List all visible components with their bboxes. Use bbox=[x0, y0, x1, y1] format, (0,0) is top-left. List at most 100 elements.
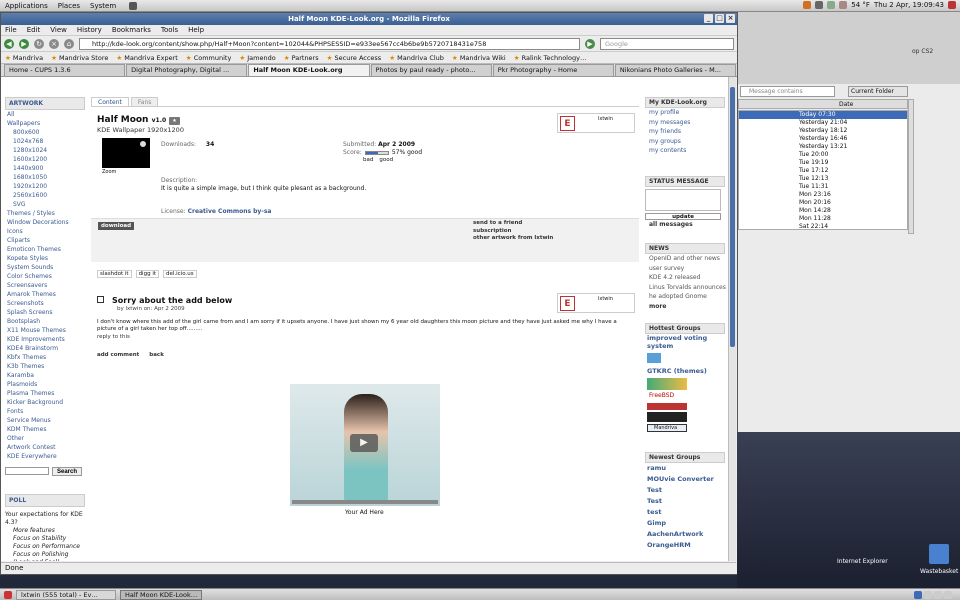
message-row[interactable]: Tue 20:00 bbox=[739, 151, 907, 159]
artwork-category-item[interactable]: Cliparts bbox=[5, 236, 85, 245]
artwork-category-item[interactable]: Emoticon Themes bbox=[5, 245, 85, 254]
message-row[interactable]: Tue 17:12 bbox=[739, 167, 907, 175]
artwork-category-item[interactable]: Wallpapers bbox=[5, 119, 85, 128]
artwork-category-item[interactable]: Plasmoids bbox=[5, 380, 85, 389]
artwork-category-item[interactable]: 1680x1050 bbox=[5, 173, 85, 182]
artwork-category-item[interactable]: All bbox=[5, 110, 85, 119]
artwork-category-item[interactable]: Bootsplash bbox=[5, 317, 85, 326]
newest-group-item[interactable]: Gimp bbox=[645, 518, 725, 529]
artwork-category-item[interactable]: KDM Themes bbox=[5, 425, 85, 434]
news-item[interactable]: KDE 4.2 released bbox=[645, 273, 725, 283]
hot-group-logo[interactable] bbox=[647, 378, 687, 390]
sidebar-search-button[interactable]: Search bbox=[52, 467, 83, 476]
my-kde-look-link[interactable]: my profile bbox=[645, 108, 725, 118]
message-search-input[interactable]: Message contains bbox=[740, 86, 835, 97]
menu-history[interactable]: History bbox=[77, 26, 102, 34]
network-icon[interactable] bbox=[827, 1, 836, 9]
bookmark-item[interactable]: Mandriva Wiki bbox=[452, 54, 506, 62]
zoom-link[interactable]: Zoom bbox=[102, 169, 116, 175]
message-row[interactable]: Yesterday 18:12 bbox=[739, 127, 907, 135]
artwork-category-item[interactable]: 1280x1024 bbox=[5, 146, 85, 155]
menu-tools[interactable]: Tools bbox=[161, 26, 178, 34]
stop-icon[interactable]: × bbox=[49, 38, 59, 49]
artwork-category-item[interactable]: Artwork Contest bbox=[5, 443, 85, 452]
message-row[interactable]: Mon 14:28 bbox=[739, 207, 907, 215]
my-kde-look-link[interactable]: my contents bbox=[645, 146, 725, 156]
clock[interactable]: Thu 2 Apr, 19:09:43 bbox=[874, 1, 944, 9]
message-row[interactable]: Mon 11:28 bbox=[739, 215, 907, 223]
bad-button[interactable]: bad bbox=[363, 157, 373, 163]
message-row[interactable]: Sat 22:14 bbox=[739, 223, 907, 229]
bookmark-item[interactable]: Community bbox=[186, 54, 232, 62]
artwork-category-item[interactable]: Other bbox=[5, 434, 85, 443]
news-item[interactable]: OpenID and other news bbox=[645, 254, 725, 264]
delicious-button[interactable]: del.icio.us bbox=[163, 270, 197, 278]
add-comment-link[interactable]: add comment bbox=[97, 352, 139, 358]
artwork-category-item[interactable]: K3b Themes bbox=[5, 362, 85, 371]
artwork-category-item[interactable]: KDE4 Brainstorm bbox=[5, 344, 85, 353]
message-row[interactable]: Yesterday 16:46 bbox=[739, 135, 907, 143]
bookmark-item[interactable]: Mandriva Club bbox=[389, 54, 444, 62]
newest-group-item[interactable]: ramu bbox=[645, 463, 725, 474]
message-row[interactable]: Tue 11:31 bbox=[739, 183, 907, 191]
message-list-scrollbar[interactable] bbox=[908, 99, 914, 234]
artwork-category-item[interactable]: System Sounds bbox=[5, 263, 85, 272]
newest-group-item[interactable]: MOUvie Converter bbox=[645, 474, 725, 485]
tray-icon[interactable] bbox=[815, 1, 824, 9]
artwork-category-item[interactable]: Plasma Themes bbox=[5, 389, 85, 398]
digg-button[interactable]: digg it bbox=[135, 270, 159, 278]
artwork-category-item[interactable]: Kicker Background bbox=[5, 398, 85, 407]
menu-bookmarks[interactable]: Bookmarks bbox=[112, 26, 151, 34]
wastebasket-icon[interactable] bbox=[929, 544, 949, 564]
hot-group-item[interactable]: FreeBSD bbox=[645, 391, 725, 401]
date-column-header[interactable]: Date bbox=[738, 99, 908, 109]
menu-file[interactable]: File bbox=[5, 26, 17, 34]
artwork-category-item[interactable]: Splash Screens bbox=[5, 308, 85, 317]
artwork-category-item[interactable]: Amarok Themes bbox=[5, 290, 85, 299]
tab-nikonians[interactable]: Nikonians Photo Galleries - M... bbox=[614, 64, 737, 76]
subscription-link[interactable]: subscription bbox=[473, 228, 553, 236]
system-menu[interactable]: System bbox=[85, 2, 121, 10]
artwork-category-item[interactable]: 1600x1200 bbox=[5, 155, 85, 164]
bookmark-item[interactable]: Ralink Technology… bbox=[514, 54, 587, 62]
message-row[interactable]: Tue 19:19 bbox=[739, 159, 907, 167]
tab-content[interactable]: Content bbox=[91, 97, 129, 106]
message-row[interactable]: Mon 23:16 bbox=[739, 191, 907, 199]
message-row[interactable]: Tue 12:13 bbox=[739, 175, 907, 183]
wallpaper-thumbnail[interactable] bbox=[102, 138, 150, 168]
bookmark-item[interactable]: Jamendo bbox=[239, 54, 275, 62]
my-kde-look-link[interactable]: my friends bbox=[645, 127, 725, 137]
artwork-category-item[interactable]: 1920x1200 bbox=[5, 182, 85, 191]
newest-group-item[interactable]: test bbox=[645, 507, 725, 518]
page-scrollbar[interactable] bbox=[728, 77, 736, 561]
update-button[interactable]: update bbox=[645, 212, 721, 220]
news-item[interactable]: Linus Torvalds announces bbox=[645, 283, 726, 293]
maximize-icon[interactable]: □ bbox=[715, 14, 724, 23]
tab-digital-photography[interactable]: Digital Photography, Digital ... bbox=[126, 64, 248, 76]
bookmark-item[interactable]: Mandriva bbox=[5, 54, 43, 62]
newest-group-item[interactable]: AachenArtwork bbox=[645, 529, 725, 540]
hot-group-item[interactable]: GTKRC (themes) bbox=[645, 366, 725, 377]
artwork-category-item[interactable]: Kopete Styles bbox=[5, 254, 85, 263]
advertisement-image[interactable]: ▶ bbox=[290, 384, 440, 506]
tab-half-moon[interactable]: Half Moon KDE-Look.org bbox=[248, 64, 370, 76]
artwork-category-item[interactable]: Karamba bbox=[5, 371, 85, 380]
taskbar-evolution[interactable]: lxtwin (555 total) - Ev… bbox=[16, 589, 116, 600]
internet-explorer-label[interactable]: Internet Explorer bbox=[837, 558, 888, 565]
artwork-category-item[interactable]: Screensavers bbox=[5, 281, 85, 290]
artwork-category-item[interactable]: KDE Improvements bbox=[5, 335, 85, 344]
tab-cups[interactable]: Home - CUPS 1.3.6 bbox=[4, 64, 126, 76]
other-artwork-link[interactable]: other artwork from lxtwin bbox=[473, 235, 553, 243]
artwork-category-item[interactable]: 1440x900 bbox=[5, 164, 85, 173]
send-to-friend-link[interactable]: send to a friend bbox=[473, 220, 553, 228]
tab-fans[interactable]: Fans bbox=[130, 97, 159, 106]
volume-icon[interactable] bbox=[839, 1, 848, 9]
taskbar-firefox[interactable]: Half Moon KDE-Look… bbox=[120, 589, 202, 600]
firefox-launcher-icon[interactable] bbox=[803, 1, 812, 9]
artwork-category-item[interactable]: 2560x1600 bbox=[5, 191, 85, 200]
all-messages-link[interactable]: all messages bbox=[645, 220, 725, 230]
artwork-category-item[interactable]: Themes / Styles bbox=[5, 209, 85, 218]
reload-icon[interactable]: ↻ bbox=[34, 38, 44, 49]
comment-author-box[interactable]: Elxtwin bbox=[557, 293, 635, 313]
menu-edit[interactable]: Edit bbox=[27, 26, 41, 34]
